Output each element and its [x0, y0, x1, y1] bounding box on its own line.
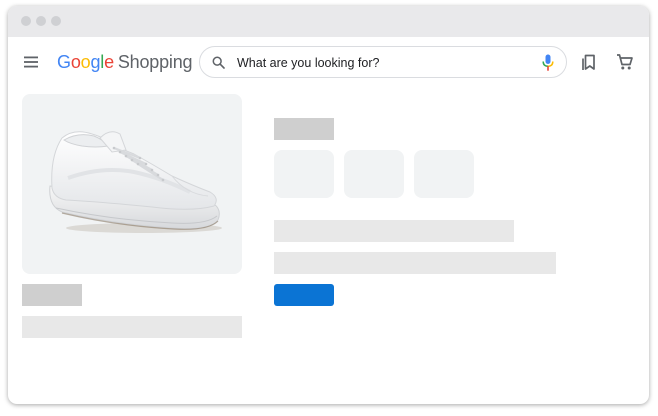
search-input[interactable]: What are you looking for?: [237, 55, 379, 71]
logo-letter: e: [104, 52, 114, 72]
variant-option-3[interactable]: [414, 150, 474, 198]
shopping-header: Google Shopping What are you looking for?: [8, 37, 649, 89]
variant-option-2[interactable]: [344, 150, 404, 198]
logo-letter: G: [57, 52, 71, 72]
browser-window: Google Shopping What are you looking for?: [8, 6, 649, 404]
logo-letter: o: [70, 52, 81, 72]
window-maximize-dot[interactable]: [51, 16, 61, 26]
window-close-dot[interactable]: [21, 16, 31, 26]
variant-option-1[interactable]: [274, 150, 334, 198]
microphone-icon[interactable]: [542, 54, 554, 72]
shopping-wordmark: Shopping: [117, 52, 193, 72]
logo-letter: g: [90, 52, 101, 72]
price-placeholder: [22, 284, 82, 306]
logo-letter: o: [80, 52, 91, 72]
description-line-1: [274, 220, 514, 242]
title-bar: [8, 6, 649, 37]
search-icon[interactable]: [212, 56, 225, 69]
description-line-2: [274, 252, 556, 274]
bookmarks-icon[interactable]: [581, 53, 597, 71]
google-shopping-logo[interactable]: Google Shopping: [57, 51, 193, 73]
window-minimize-dot[interactable]: [36, 16, 46, 26]
cart-icon[interactable]: [616, 53, 634, 71]
menu-icon[interactable]: [23, 55, 39, 69]
product-image-card[interactable]: [22, 94, 242, 274]
white-sneaker-image: [49, 131, 222, 233]
title-placeholder: [274, 118, 334, 140]
store-placeholder: [22, 316, 242, 338]
primary-action-button[interactable]: [274, 284, 334, 306]
search-box[interactable]: What are you looking for?: [199, 46, 567, 78]
google-wordmark: Google: [57, 52, 114, 72]
